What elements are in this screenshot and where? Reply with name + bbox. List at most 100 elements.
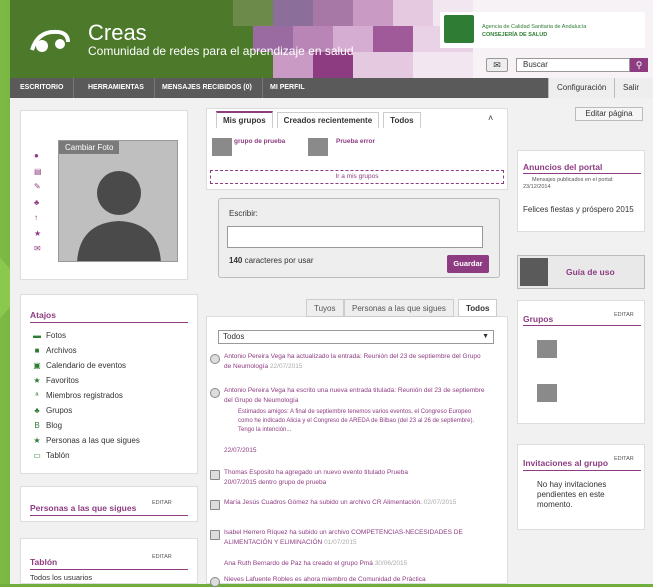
photos-icon: ▬ [33,331,41,340]
feed-item-date: 20/07/2015 dentro grupo de prueba [224,479,327,486]
group-avatar-icon[interactable] [537,384,557,402]
group-avatar-icon[interactable] [212,138,232,156]
star-icon: ★ [33,376,41,385]
feed-item[interactable]: Isabel Herrero Ríquez ha subido un archi… [224,528,486,548]
config-link[interactable]: Configuración [548,78,615,98]
shortcut-label: Favoritos [46,376,79,385]
members-icon: ª [35,391,39,400]
contacts-icon[interactable]: ♣ [34,195,44,211]
following-edit-link[interactable]: EDITAR [152,500,172,506]
tab-mis-grupos[interactable]: Mis grupos [216,111,273,128]
logout-link[interactable]: Salir [614,78,653,98]
group-avatar-icon[interactable] [537,340,557,358]
edit-icon[interactable]: ✎ [34,179,44,195]
feed-filter-select[interactable]: Todos ▼ [218,330,494,344]
shortcut-label: Calendario de eventos [46,361,127,370]
groups-edit-link[interactable]: EDITAR [614,312,634,318]
nav-herramientas[interactable]: HERRAMIENTAS [78,78,155,98]
feed-filter-value: Todos [223,332,245,341]
tab-todos-feed[interactable]: Todos [458,299,498,317]
user-icon[interactable]: ● [34,148,44,164]
feed-item-text[interactable]: Antonio Pereira Vega ha escrito una nuev… [224,387,485,404]
search-input[interactable]: Buscar [516,58,630,72]
group-avatar-icon[interactable] [308,138,328,156]
shortcut-personas[interactable]: ★ Personas a las que sigues [32,434,139,448]
save-button[interactable]: Guardar [447,255,489,273]
feed-item[interactable]: Antonio Pereira Vega ha escrito una nuev… [224,386,486,406]
shortcut-label: Miembros registrados [46,391,123,400]
shortcut-blog[interactable]: B Blog [32,419,62,433]
feed-item[interactable]: Ana Ruth Bernardo de Paz ha creado el gr… [224,559,486,569]
government-logo: Agencia de Calidad Sanitaria de Andalucí… [440,12,645,48]
nav-escritorio[interactable]: ESCRITORIO [10,78,75,98]
calendar-icon: ▣ [33,361,41,370]
tab-todos-grupos[interactable]: Todos [383,112,421,128]
char-counter-text: caracteres por usar [244,256,314,265]
feed-item[interactable]: María Jesús Cuadros Gómez ha subido un a… [224,498,486,508]
page: Creas Comunidad de redes para el aprendi… [10,0,653,587]
divider [30,322,188,323]
nav-mi-perfil[interactable]: MI PERFIL [260,78,315,98]
shortcut-archivos[interactable]: ■ Archivos [32,344,77,358]
divider [523,325,641,326]
feed-item-date: 01/07/2015 [324,539,357,546]
star-icon[interactable]: ★ [34,226,44,242]
envelope-icon[interactable]: ✉ [34,241,44,257]
feed-item[interactable]: Thomas Esposito ha agregado un nuevo eve… [224,468,486,478]
chevron-down-icon: ▼ [482,333,489,340]
avatar-placeholder-icon [77,171,161,261]
invitations-title: Invitaciones al grupo [523,458,609,468]
feed-item-text[interactable]: Thomas Esposito ha agregado un nuevo eve… [224,469,408,476]
calendar-icon [210,470,220,480]
feed-item-excerpt: Estimados amigos: A final de septiembre … [238,409,475,433]
compose-label: Escribir: [229,209,258,218]
file-icon [210,530,220,540]
profile-actions: ● ▤ ✎ ♣ ↑ ★ ✉ [34,148,44,257]
shortcut-label: Archivos [46,346,77,355]
feed-item-date: 22/07/2015 [224,447,257,454]
my-groups-link[interactable]: Ir a mis grupos [210,170,504,184]
user-guide-button[interactable]: Guía de uso [517,255,645,289]
announcements-meta: Mensajes publicados en el portal: [532,177,614,183]
gov-line1: Agencia de Calidad Sanitaria de Andalucí… [482,24,587,30]
group-link[interactable]: Prueba error [336,138,375,145]
announcements-date: 23/12/2014 [523,184,551,190]
shortcut-tablon[interactable]: ▭ Tablón [32,449,69,463]
tab-tuyos[interactable]: Tuyos [306,299,344,317]
char-counter: 140 caracteres por usar [229,256,314,265]
shortcut-miembros[interactable]: ª Miembros registrados [32,389,123,403]
mail-icon[interactable]: ✉ [486,58,508,72]
feed-item-text[interactable]: Antonio Pereira Vega ha actualizado la e… [224,353,481,370]
change-photo-button[interactable]: Cambiar Foto [59,141,120,154]
nav-mensajes[interactable]: MENSAJES RECIBIDOS (0) [152,78,263,98]
update-icon [210,354,220,364]
following-title: Personas a las que sigues [30,503,137,513]
divider [30,515,188,516]
follow-icon[interactable]: ↑ [34,210,44,226]
tablon-first-item[interactable]: Todos los usuarios [30,573,92,582]
tab-creados-recientemente[interactable]: Creados recientemente [276,112,380,128]
message-icon[interactable]: ▤ [34,164,44,180]
group-link[interactable]: grupo de prueba [234,138,285,145]
shortcuts-title: Atajos [30,310,56,320]
folder-icon: ■ [34,346,40,355]
shortcut-fotos[interactable]: ▬ Fotos [32,329,66,343]
feed-item-text[interactable]: María Jesús Cuadros Gómez ha subido un a… [224,499,422,506]
compose-textarea[interactable] [227,226,483,248]
feed-item[interactable]: Antonio Pereira Vega ha actualizado la e… [224,352,486,372]
feed-item-text[interactable]: Ana Ruth Bernardo de Paz ha creado el gr… [224,560,373,567]
profile-photo[interactable]: Cambiar Foto [58,140,178,262]
shortcut-grupos[interactable]: ♣ Grupos [32,404,72,418]
invitations-edit-link[interactable]: EDITAR [614,456,634,462]
shortcut-calendario[interactable]: ▣ Calendario de eventos [32,359,126,373]
shortcut-favoritos[interactable]: ★ Favoritos [32,374,79,388]
feed-item-text[interactable]: Nieves Lafuente Robles es ahora miembro … [224,576,426,583]
collapse-icon[interactable]: ˄ [488,113,493,123]
edit-page-button[interactable]: Editar página [575,107,643,121]
tab-personas-sigues[interactable]: Personas a las que sigues [344,299,454,317]
tablon-edit-link[interactable]: EDITAR [152,554,172,560]
search-icon[interactable]: ⚲ [630,58,648,72]
members-icon [210,577,220,587]
announcement-text: Felices fiestas y próspero 2015 [523,205,634,214]
feed-item-date: 30/06/2015 [374,560,408,567]
